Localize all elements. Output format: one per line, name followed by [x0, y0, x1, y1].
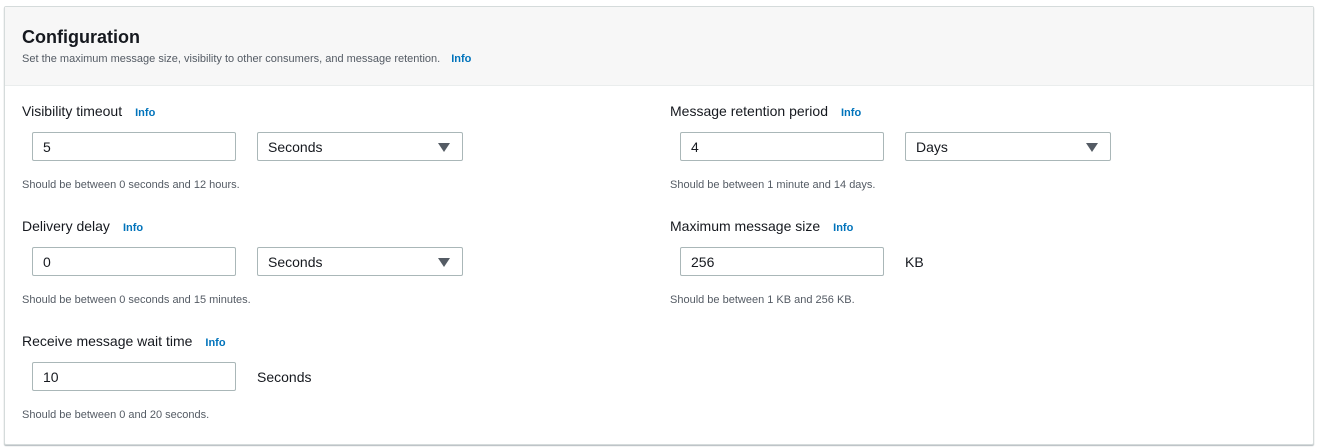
receive-wait-time-input[interactable]: [32, 362, 236, 391]
panel-description: Set the maximum message size, visibility…: [22, 53, 471, 65]
panel-title: Configuration: [22, 27, 140, 47]
receive-wait-time-unit: Seconds: [257, 369, 312, 385]
configuration-panel: Configuration Set the maximum message si…: [4, 6, 1314, 445]
receive-wait-time-label-row: Receive message wait time Info: [22, 333, 226, 349]
delivery-delay-input[interactable]: [32, 247, 236, 276]
delivery-delay-field: Delivery delay Info Seconds Should be bet…: [22, 218, 482, 308]
max-message-size-unit: KB: [905, 254, 924, 270]
max-message-size-info-link[interactable]: Info: [833, 222, 853, 234]
receive-wait-time-info-link[interactable]: Info: [205, 337, 225, 349]
retention-period-label: Message retention period: [670, 103, 828, 119]
retention-period-label-row: Message retention period Info: [670, 103, 861, 119]
delivery-delay-label: Delivery delay: [22, 218, 110, 234]
retention-period-unit-select[interactable]: Days: [905, 132, 1111, 161]
retention-period-input[interactable]: [680, 132, 884, 161]
max-message-size-label-row: Maximum message size Info: [670, 218, 853, 234]
retention-period-unit-value: Days: [916, 139, 948, 155]
receive-wait-time-hint: Should be between 0 and 20 seconds.: [22, 409, 210, 421]
max-message-size-hint: Should be between 1 KB and 256 KB.: [670, 294, 855, 306]
retention-period-info-link[interactable]: Info: [841, 107, 861, 119]
visibility-timeout-info-link[interactable]: Info: [135, 107, 155, 119]
panel-header: Configuration Set the maximum message si…: [5, 7, 1313, 86]
caret-down-icon: [1086, 143, 1098, 152]
caret-down-icon: [438, 143, 450, 152]
receive-wait-time-field: Receive message wait time Info Seconds Sh…: [22, 333, 482, 423]
delivery-delay-hint: Should be between 0 seconds and 15 minut…: [22, 294, 251, 306]
delivery-delay-label-row: Delivery delay Info: [22, 218, 143, 234]
delivery-delay-unit-value: Seconds: [268, 254, 323, 270]
retention-period-hint: Should be between 1 minute and 14 days.: [670, 179, 876, 191]
visibility-timeout-label: Visibility timeout: [22, 103, 123, 119]
panel-description-text: Set the maximum message size, visibility…: [22, 53, 441, 65]
max-message-size-label: Maximum message size: [670, 218, 821, 234]
retention-period-field: Message retention period Info Days Should…: [670, 103, 1130, 193]
max-message-size-field: Maximum message size Info KB Should be be…: [670, 218, 1130, 308]
visibility-timeout-label-row: Visibility timeout Info: [22, 103, 155, 119]
delivery-delay-info-link[interactable]: Info: [123, 222, 143, 234]
visibility-timeout-hint: Should be between 0 seconds and 12 hours…: [22, 179, 240, 191]
visibility-timeout-field: Visibility timeout Info Seconds Should be…: [22, 103, 482, 193]
panel-info-link[interactable]: Info: [451, 53, 471, 65]
visibility-timeout-unit-value: Seconds: [268, 139, 323, 155]
caret-down-icon: [438, 258, 450, 267]
visibility-timeout-unit-select[interactable]: Seconds: [257, 132, 463, 161]
delivery-delay-unit-select[interactable]: Seconds: [257, 247, 463, 276]
visibility-timeout-input[interactable]: [32, 132, 236, 161]
max-message-size-input[interactable]: [680, 247, 884, 276]
receive-wait-time-label: Receive message wait time: [22, 333, 193, 349]
